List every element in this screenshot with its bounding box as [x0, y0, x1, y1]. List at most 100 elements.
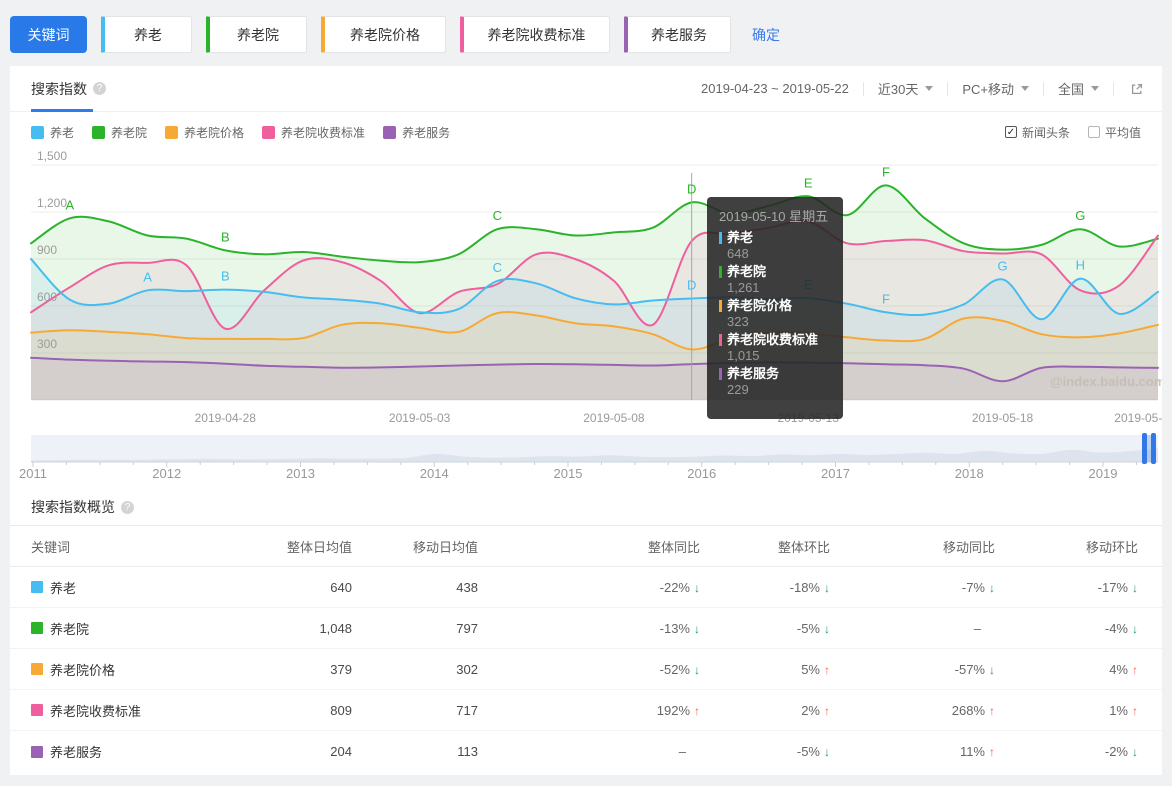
checkbox-label: 平均值: [1104, 125, 1141, 140]
timeline-navigator: 2011 2012 2013 2014 2015 2016 2017 2018 2019: [10, 433, 1162, 483]
percent-cell: 4% ↑: [995, 662, 1138, 677]
legend-item[interactable]: 养老服务: [383, 124, 450, 141]
tooltip-series-value: 229: [727, 382, 749, 397]
percent-cell: -4% ↓: [995, 621, 1138, 636]
legend-swatch: [31, 125, 44, 139]
chart-header: 搜索指数 ? 2019-04-23 ~ 2019-05-22 近30天 PC+移…: [10, 66, 1162, 112]
percent-cell: -13% ↓: [478, 621, 700, 636]
navigator-year-label: 2011: [19, 466, 47, 481]
region-dropdown[interactable]: 全国: [1058, 79, 1099, 98]
event-marker-C: C: [493, 208, 502, 223]
option-checkbox-unchecked[interactable]: 平均值: [1087, 124, 1141, 141]
navigator-year-label: 2018: [954, 466, 984, 481]
legend-label: 养老院: [111, 125, 148, 140]
region-value: 全国: [1057, 82, 1084, 97]
x-axis-label: 2019-05-03: [388, 411, 451, 425]
legend-item[interactable]: 养老院价格: [165, 124, 244, 141]
tooltip-series-label: 养老服务: [727, 366, 780, 381]
checkbox-icon[interactable]: [1087, 126, 1100, 138]
keyword-swatch: [31, 745, 43, 758]
external-link-icon[interactable]: [1130, 82, 1144, 96]
legend-label: 养老服务: [402, 125, 451, 140]
legend-item[interactable]: 养老院: [92, 124, 147, 141]
keyword-input[interactable]: 养老院收费标准: [460, 16, 610, 53]
keyword-button[interactable]: 关键词: [10, 16, 87, 53]
keyword-cell: 养老院价格: [31, 660, 250, 679]
device-dropdown[interactable]: PC+移动: [962, 79, 1029, 98]
legend-swatch: [165, 125, 179, 139]
trend-chart-area[interactable]: ABCDEFGABCDEFGH @index.baidu.com 2019-05…: [10, 148, 1162, 434]
legend-item[interactable]: 养老: [31, 124, 74, 141]
tooltip-series-value: 648: [727, 246, 749, 261]
table-row: 养老院 1,048 797 -13% ↓ -5% ↓ – -4% ↓: [10, 608, 1162, 649]
percent-cell: –: [478, 744, 700, 759]
tooltip-series-swatch: [719, 334, 722, 346]
x-axis-label: 2019-05-18: [971, 411, 1034, 425]
x-axis-label: 2019-05-08: [583, 411, 645, 425]
overall-avg-value: 379: [330, 661, 352, 677]
confirm-link[interactable]: 确定: [752, 25, 780, 45]
divider: [1042, 81, 1044, 96]
period-dropdown[interactable]: 近30天: [877, 79, 934, 98]
percent-value: -17%: [1097, 579, 1128, 595]
table-row: 养老服务 204 113 – -5% ↓ 11% ↑ -2% ↓: [10, 731, 1162, 772]
help-icon[interactable]: ?: [93, 82, 106, 95]
navigator-handle-right[interactable]: [1151, 433, 1156, 464]
legend-item[interactable]: 养老院收费标准: [262, 124, 365, 141]
mobile-avg-value: 113: [457, 744, 478, 759]
chart-options: ✓ 新闻头条 平均值: [1004, 124, 1141, 141]
divider: [947, 81, 949, 96]
navigator-year-label: 2019: [1088, 466, 1118, 481]
percent-cell: -7% ↓: [830, 580, 995, 595]
navigator-handle-left[interactable]: [1142, 433, 1147, 464]
navigator-year-label: 2013: [286, 466, 315, 481]
legend-label: 养老院价格: [184, 125, 245, 140]
help-icon[interactable]: ?: [121, 500, 134, 514]
keyword-input[interactable]: 养老服务: [624, 16, 731, 53]
navigator-year-label: 2014: [419, 466, 449, 481]
table-row: 养老院价格 379 302 -52% ↓ 5% ↑ -57% ↓ 4% ↑: [10, 649, 1162, 690]
navigator-chart: [31, 448, 1158, 467]
percent-value: -2%: [1104, 744, 1128, 759]
percent-cell: -52% ↓: [478, 662, 700, 677]
mobile-avg-value: 717: [456, 702, 478, 718]
tab-search-index[interactable]: 搜索指数: [31, 79, 87, 99]
period-value: 近30天: [877, 82, 919, 97]
event-marker-C: C: [493, 260, 502, 275]
percent-cell: -5% ↓: [700, 621, 830, 636]
table-row: 养老 640 438 -22% ↓ -18% ↓ -7% ↓ -17% ↓: [10, 567, 1162, 608]
event-marker-B: B: [221, 269, 230, 284]
keyword-input[interactable]: 养老院: [206, 16, 307, 53]
navigator-year-label: 2012: [152, 466, 182, 481]
percent-cell: 268% ↑: [830, 703, 995, 718]
tooltip-series-swatch: [719, 300, 722, 312]
x-axis-label: 2019-05-22: [1114, 411, 1162, 425]
option-checkbox-checked[interactable]: ✓ 新闻头条: [1004, 124, 1070, 141]
keyword-input-label: 养老服务: [651, 26, 707, 43]
device-value: PC+移动: [962, 82, 1014, 97]
percent-value: 4%: [1109, 661, 1128, 677]
trend-chart[interactable]: ABCDEFGABCDEFGH: [30, 153, 1159, 407]
event-marker-G: G: [1075, 208, 1085, 223]
tooltip-series-swatch: [719, 266, 722, 278]
y-axis-label: 300: [37, 337, 58, 351]
tooltip-item: 养老院 1,261: [719, 264, 831, 295]
keyword-input-label: 养老院收费标准: [487, 26, 586, 43]
keyword-input[interactable]: 养老: [101, 16, 192, 53]
percent-cell: -57% ↓: [830, 662, 995, 677]
tooltip-date: 2019-05-10 星期五: [719, 209, 829, 224]
chart-tooltip: 2019-05-10 星期五 养老 648 养老院 1,261 养老院价格 323 养老院收…: [707, 197, 843, 419]
checkbox-icon[interactable]: ✓: [1004, 126, 1017, 138]
table-header-cell: 整体同比: [647, 539, 700, 555]
arrow-down-icon: ↓: [1132, 621, 1138, 636]
keyword-cell: 养老院收费标准: [31, 701, 250, 720]
percent-cell: -18% ↓: [700, 580, 830, 595]
percent-cell: –: [830, 621, 995, 636]
table-header-cell: 整体环比: [777, 539, 830, 555]
navigator-year-label: 2015: [553, 466, 583, 481]
keyword-input[interactable]: 养老院价格: [321, 16, 446, 53]
navigator-track[interactable]: [31, 433, 1158, 467]
tooltip-item: 养老 648: [719, 230, 831, 261]
keyword-cell: 养老院: [31, 619, 250, 638]
overall-avg-value: 204: [330, 744, 352, 759]
